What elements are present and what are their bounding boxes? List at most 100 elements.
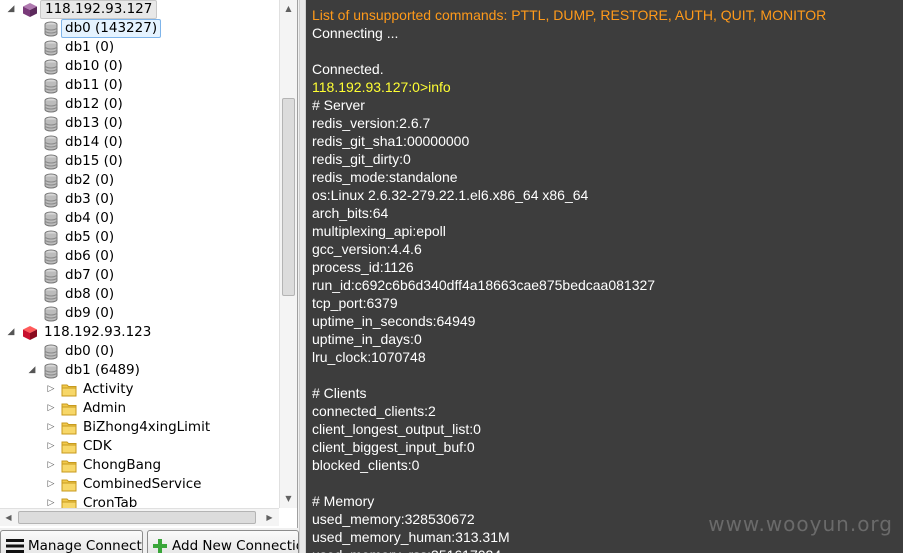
tree-db-item[interactable]: db3 (0) xyxy=(0,190,278,209)
tree-db-item-label: db3 (0) xyxy=(65,191,115,207)
database-icon xyxy=(43,287,59,303)
server-line: gcc_version:4.4.6 xyxy=(312,241,422,257)
collapsed-arrow-icon[interactable]: ▷ xyxy=(46,399,56,418)
clients-line: blocked_clients:0 xyxy=(312,457,420,473)
folder-icon xyxy=(61,401,77,417)
tree-db-item-label: db5 (0) xyxy=(65,229,115,245)
tree-horizontal-scrollbar[interactable]: ◀ ▶ xyxy=(0,508,279,526)
server-line: lru_clock:1070748 xyxy=(312,349,426,365)
collapsed-arrow-icon[interactable]: ▷ xyxy=(46,437,56,456)
tree-db-item[interactable]: db4 (0) xyxy=(0,209,278,228)
tree-folder-item-label: CDK xyxy=(83,438,112,454)
database-icon xyxy=(43,78,59,94)
clients-line: connected_clients:2 xyxy=(312,403,436,419)
tree-db-item[interactable]: db5 (0) xyxy=(0,228,278,247)
tree-server-118-192-93-123[interactable]: ◢ 118.192.93.123 xyxy=(0,323,278,342)
tree-db-item[interactable]: db12 (0) xyxy=(0,95,278,114)
scroll-up-arrow-icon[interactable]: ▲ xyxy=(280,0,297,17)
collapsed-arrow-icon[interactable]: ▷ xyxy=(46,380,56,399)
tree-db-item-label: db2 (0) xyxy=(65,172,115,188)
redis-server-icon xyxy=(22,2,38,18)
tree-db-item-expanded-label: db1 (6489) xyxy=(65,362,140,378)
scroll-down-arrow-icon[interactable]: ▼ xyxy=(280,490,297,507)
expanded-arrow-icon[interactable]: ◢ xyxy=(6,0,16,19)
section-header-clients: # Clients xyxy=(312,385,367,401)
database-icon xyxy=(43,363,59,379)
console-output-panel[interactable]: List of unsupported commands: PTTL, DUMP… xyxy=(306,0,903,553)
tree-db-item[interactable]: db15 (0) xyxy=(0,152,278,171)
tree-db-item[interactable]: db1 (0) xyxy=(0,38,278,57)
tree-folder-item[interactable]: ▷ CombinedService xyxy=(0,475,278,494)
tree-db-item[interactable]: db0 (143227) xyxy=(0,19,278,38)
clients-line: client_longest_output_list:0 xyxy=(312,421,481,437)
folder-icon xyxy=(61,420,77,436)
server-line: run_id:c692c6b6d340dff4a18663cae875bedca… xyxy=(312,277,656,293)
watermark: www.wooyun.org xyxy=(708,512,893,536)
tree-server-118-192-93-127-label: 118.192.93.127 xyxy=(40,0,158,19)
tree-db-item-label: db10 (0) xyxy=(65,58,123,74)
tree-folder-item[interactable]: ▷ BiZhong4xingLimit xyxy=(0,418,278,437)
tree-db-item[interactable]: db2 (0) xyxy=(0,171,278,190)
folder-icon xyxy=(61,458,77,474)
manage-connections-button[interactable]: Manage Connecti xyxy=(0,530,143,553)
database-icon xyxy=(43,192,59,208)
vertical-scroll-thumb[interactable] xyxy=(282,98,295,296)
tree-db-item[interactable]: db13 (0) xyxy=(0,114,278,133)
server-line: arch_bits:64 xyxy=(312,205,389,221)
tree-db-item[interactable]: db0 (0) xyxy=(0,342,278,361)
redis-server-icon xyxy=(22,325,38,341)
tree-db-item-label: db15 (0) xyxy=(65,153,123,169)
tree-db-item[interactable]: db8 (0) xyxy=(0,285,278,304)
server-line: redis_mode:standalone xyxy=(312,169,458,185)
collapsed-arrow-icon[interactable]: ▷ xyxy=(46,456,56,475)
database-icon xyxy=(43,116,59,132)
collapsed-arrow-icon[interactable]: ▷ xyxy=(46,475,56,494)
tree-folder-item[interactable]: ▷ ChongBang xyxy=(0,456,278,475)
server-line: os:Linux 2.6.32-279.22.1.el6.x86_64 x86_… xyxy=(312,187,589,203)
database-icon xyxy=(43,21,59,37)
tree-db-item[interactable]: db14 (0) xyxy=(0,133,278,152)
tree-folder-item-label: Activity xyxy=(83,381,134,397)
tree-db-item[interactable]: db10 (0) xyxy=(0,57,278,76)
manage-connections-label: Manage Connecti xyxy=(28,538,143,553)
tree-db-item-label: db8 (0) xyxy=(65,286,115,302)
tree-server-118-192-93-127[interactable]: ◢ 118.192.93.127 xyxy=(0,0,278,19)
server-line: redis_version:2.6.7 xyxy=(312,115,431,131)
database-icon xyxy=(43,40,59,56)
clients-info-block: connected_clients:2 client_longest_output… xyxy=(312,402,826,474)
tree-db-item[interactable]: db9 (0) xyxy=(0,304,278,323)
tree-folder-item[interactable]: ▷ CDK xyxy=(0,437,278,456)
tree-db-item-label: db7 (0) xyxy=(65,267,115,283)
collapsed-arrow-icon[interactable]: ▷ xyxy=(46,418,56,437)
server-line: uptime_in_days:0 xyxy=(312,331,422,347)
tree-vertical-scrollbar[interactable]: ▲ ▼ xyxy=(279,0,297,508)
add-new-connection-button[interactable]: Add New Connectio xyxy=(147,530,299,553)
server-line: redis_git_dirty:0 xyxy=(312,151,411,167)
scroll-right-arrow-icon[interactable]: ▶ xyxy=(261,509,278,526)
expanded-arrow-icon[interactable]: ◢ xyxy=(6,323,16,342)
database-icon xyxy=(43,173,59,189)
server-line: multiplexing_api:epoll xyxy=(312,223,446,239)
panel-splitter[interactable] xyxy=(299,0,306,553)
horizontal-scroll-thumb[interactable] xyxy=(18,511,256,524)
tree-db-item[interactable]: db6 (0) xyxy=(0,247,278,266)
tree-db-item-label: db12 (0) xyxy=(65,96,123,112)
tree-db-item[interactable]: db7 (0) xyxy=(0,266,278,285)
server-line: uptime_in_seconds:64949 xyxy=(312,313,476,329)
connected-status: Connected. xyxy=(312,61,384,77)
database-icon xyxy=(43,59,59,75)
tree-db-item-expanded[interactable]: ◢ db1 (6489) xyxy=(0,361,278,380)
scroll-left-arrow-icon[interactable]: ◀ xyxy=(0,509,17,526)
tree-db-item-label: db11 (0) xyxy=(65,77,123,93)
tree-folder-item[interactable]: ▷ Activity xyxy=(0,380,278,399)
database-icon xyxy=(43,249,59,265)
folder-icon xyxy=(61,439,77,455)
expanded-arrow-icon[interactable]: ◢ xyxy=(27,361,37,380)
tree-db-item[interactable]: db11 (0) xyxy=(0,76,278,95)
connection-tree-panel: ◢ 118.192.93.127 db0 (143227) db1 (0) db10 (… xyxy=(0,0,298,528)
connecting-status: Connecting ... xyxy=(312,25,399,41)
command-prompt: 118.192.93.127:0>info xyxy=(312,79,451,95)
section-header-server: # Server xyxy=(312,97,365,113)
database-icon xyxy=(43,154,59,170)
tree-folder-item[interactable]: ▷ Admin xyxy=(0,399,278,418)
